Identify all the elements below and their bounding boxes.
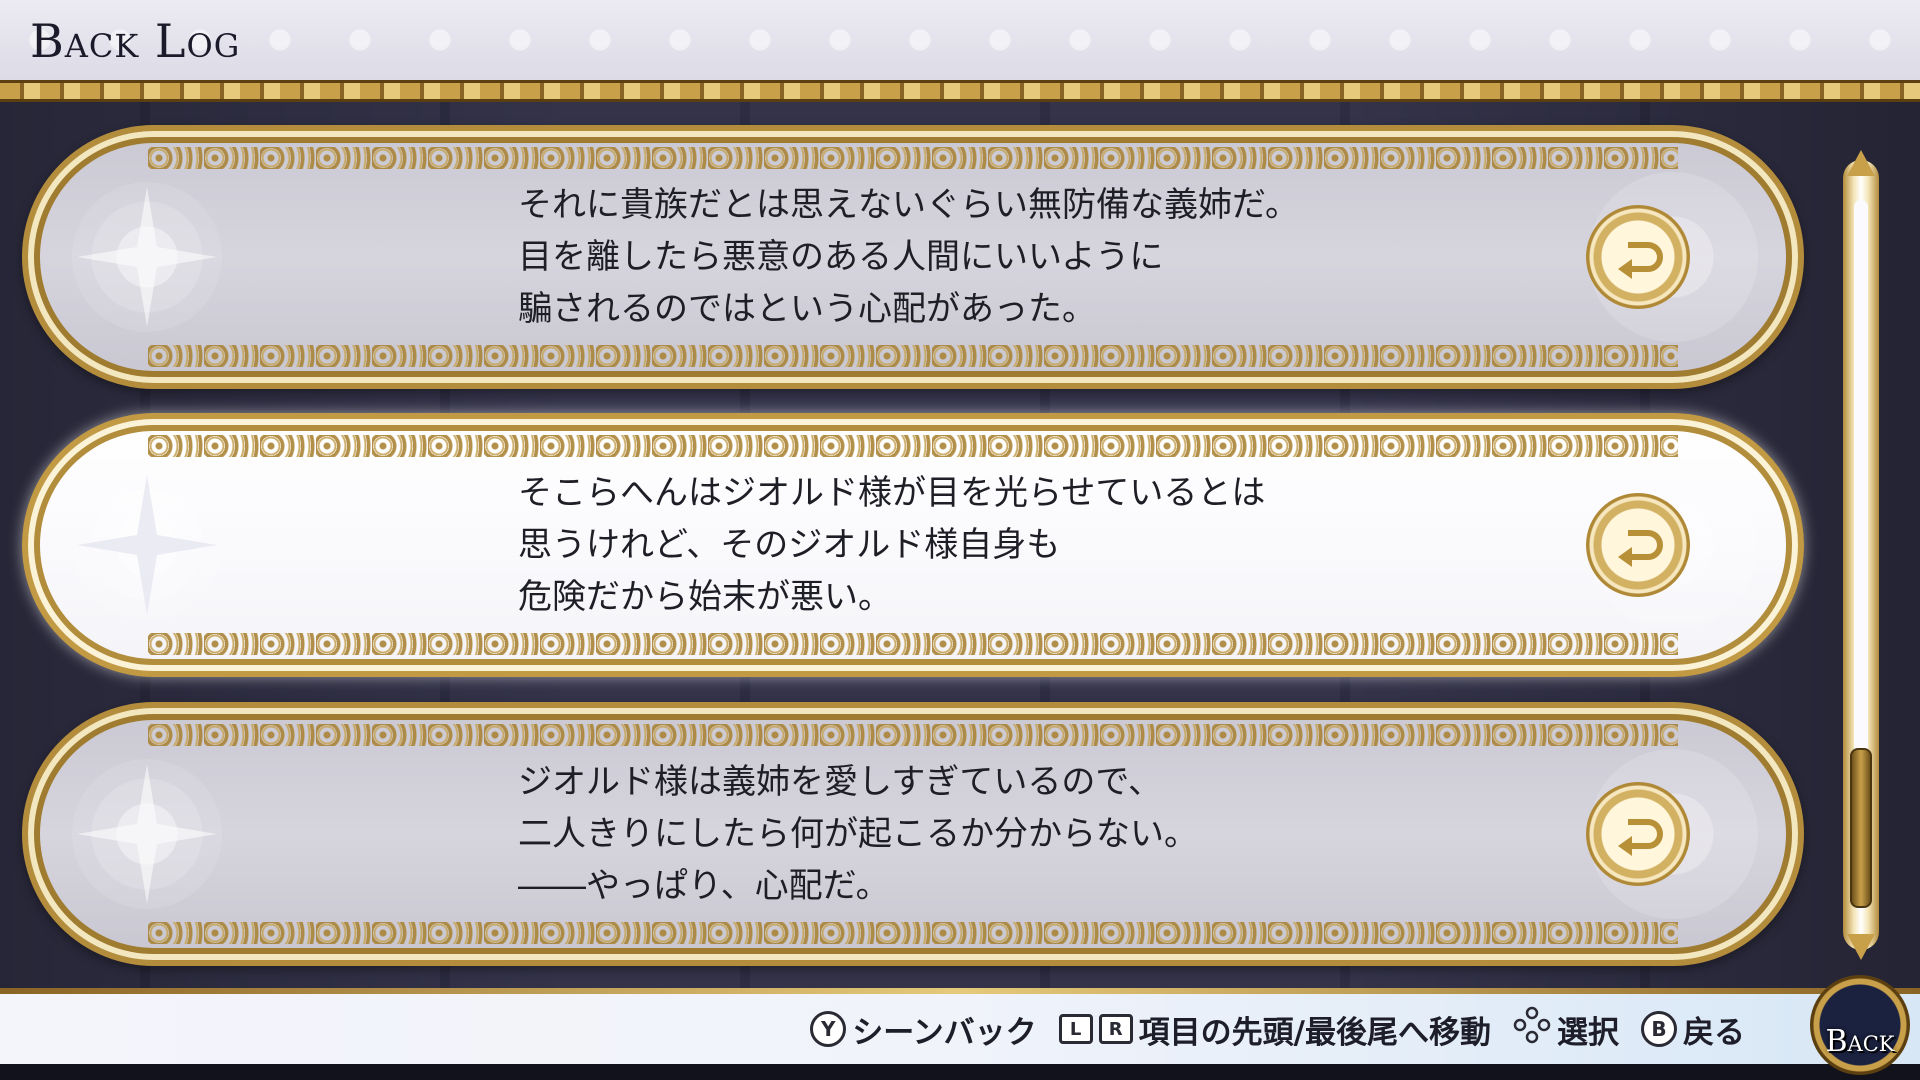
hint-label: シーンバック <box>852 1014 1037 1051</box>
voice-replay-button[interactable] <box>1586 493 1690 597</box>
ornament-bottom <box>148 633 1678 655</box>
hint-jump-top-bottom[interactable]: L R 項目の先頭/最後尾へ移動 <box>1058 1007 1491 1052</box>
ornament-top <box>148 147 1678 169</box>
b-button-icon: B <box>1641 1011 1677 1047</box>
ornament-top <box>148 724 1678 746</box>
hint-label: 項目の先頭/最後尾へ移動 <box>1138 1014 1491 1051</box>
voice-replay-button[interactable] <box>1586 205 1690 309</box>
compass-emblem-icon <box>72 759 222 909</box>
voice-replay-button[interactable] <box>1586 782 1690 886</box>
ornament-bottom <box>148 345 1678 367</box>
compass-emblem-icon <box>72 470 222 620</box>
r-button-icon: R <box>1098 1014 1133 1044</box>
scroll-up-arrow-icon[interactable] <box>1847 150 1875 176</box>
header-gold-border <box>0 80 1920 102</box>
hint-return[interactable]: B 戻る <box>1641 1007 1745 1052</box>
back-button[interactable]: Back <box>1810 975 1910 1075</box>
dpad-icon <box>1513 1006 1551 1052</box>
hint-scene-back[interactable]: Y シーンバック <box>810 1007 1037 1052</box>
log-entry-text: それに貴族だとは思えないぐらい無防備な義姉だ。 目を離したら悪意のある人間にいい… <box>518 185 1299 329</box>
scrollbar-thumb[interactable] <box>1850 748 1872 908</box>
l-button-icon: L <box>1058 1014 1093 1044</box>
return-arrow-icon <box>1618 819 1663 856</box>
scroll-down-arrow-icon[interactable] <box>1847 934 1875 960</box>
header-bar: Back Log <box>0 0 1920 80</box>
log-entry-text: そこらへんはジオルド様が目を光らせているとは 思うけれど、そのジオルド様自身も … <box>518 473 1266 617</box>
back-button-label: Back <box>1825 1024 1895 1059</box>
scrollbar[interactable] <box>1843 150 1879 960</box>
log-entry-selected[interactable]: そこらへんはジオルド様が目を光らせているとは 思うけれど、そのジオルド様自身も … <box>22 413 1804 677</box>
return-arrow-icon <box>1618 530 1663 567</box>
log-entry[interactable]: ジオルド様は義姉を愛しすぎているので、 二人きりにしたら何が起こるか分からない。… <box>22 702 1804 966</box>
button-hints: Y シーンバック L R 項目の先頭/最後尾へ移動 選択 B 戻る <box>810 994 1745 1064</box>
log-entry-text: ジオルド様は義姉を愛しすぎているので、 二人きりにしたら何が起こるか分からない。… <box>518 762 1198 906</box>
y-button-icon: Y <box>810 1011 847 1047</box>
compass-emblem-icon <box>72 182 222 332</box>
hint-label: 選択 <box>1557 1014 1619 1051</box>
footer-bottom-strip <box>0 1064 1920 1080</box>
ornament-top <box>148 435 1678 457</box>
return-arrow-icon <box>1618 242 1663 279</box>
hint-label: 戻る <box>1683 1014 1745 1051</box>
hint-select[interactable]: 選択 <box>1513 1006 1619 1052</box>
ornament-bottom <box>148 922 1678 944</box>
log-entry[interactable]: それに貴族だとは思えないぐらい無防備な義姉だ。 目を離したら悪意のある人間にいい… <box>22 125 1804 389</box>
footer-bar: Y シーンバック L R 項目の先頭/最後尾へ移動 選択 B 戻る <box>0 994 1920 1064</box>
page-title: Back Log <box>30 14 241 68</box>
